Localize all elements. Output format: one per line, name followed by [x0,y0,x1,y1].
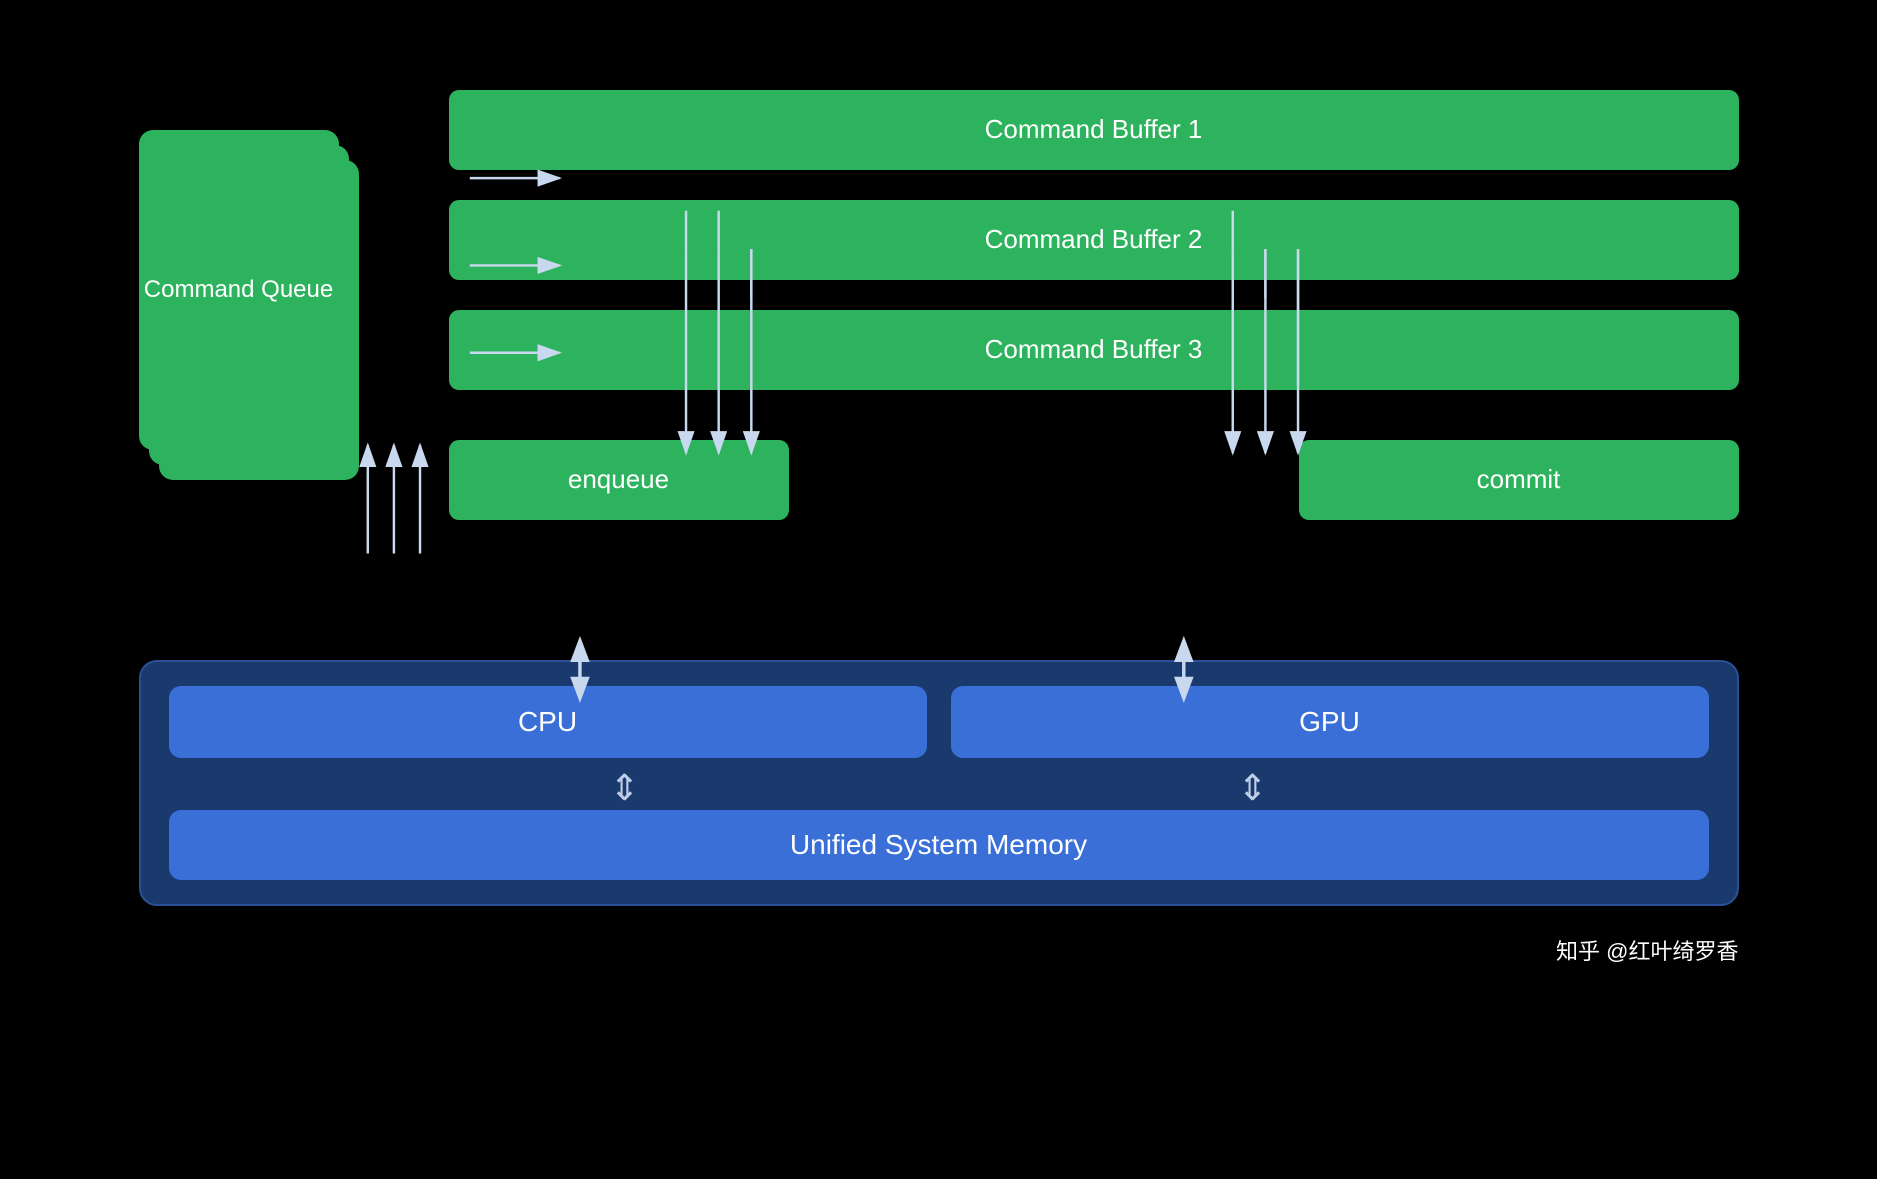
enqueue-box: enqueue [449,440,789,520]
buffers-actions: Command Buffer 1 Command Buffer 2 Comman… [449,90,1739,520]
top-section: Command Queue Command Buffer 1 Command B… [139,90,1739,630]
gpu-memory-arrow: ⇕ [951,767,1555,809]
bottom-section: CPU GPU ⇕ ⇕ Unified System Memory [139,660,1739,906]
main-area: Command Queue Command Buffer 1 Command B… [139,90,1739,906]
command-queue-stack: Command Queue [139,130,339,510]
diagram-container: Command Queue Command Buffer 1 Command B… [139,90,1739,1090]
action-row: enqueue commit [449,440,1739,520]
memory-box: Unified System Memory [169,810,1709,880]
commit-box: commit [1299,440,1739,520]
watermark: 知乎 @红叶绮罗香 [1556,934,1738,966]
command-buffer-2: Command Buffer 2 [449,200,1739,280]
arrow-row: ⇕ ⇕ [169,766,1709,810]
buffer-row-1: Command Buffer 1 [449,90,1739,170]
command-buffer-1: Command Buffer 1 [449,90,1739,170]
cpu-memory-arrow: ⇕ [323,767,927,809]
command-buffer-3: Command Buffer 3 [449,310,1739,390]
buffer-row-3: Command Buffer 3 [449,310,1739,390]
cq-card-front: Command Queue [139,130,339,450]
cpu-box: CPU [169,686,927,758]
buffer-row-2: Command Buffer 2 [449,200,1739,280]
command-queue-label: Command Queue [144,274,333,305]
gpu-box: GPU [951,686,1709,758]
cpu-gpu-row: CPU GPU [169,686,1709,758]
